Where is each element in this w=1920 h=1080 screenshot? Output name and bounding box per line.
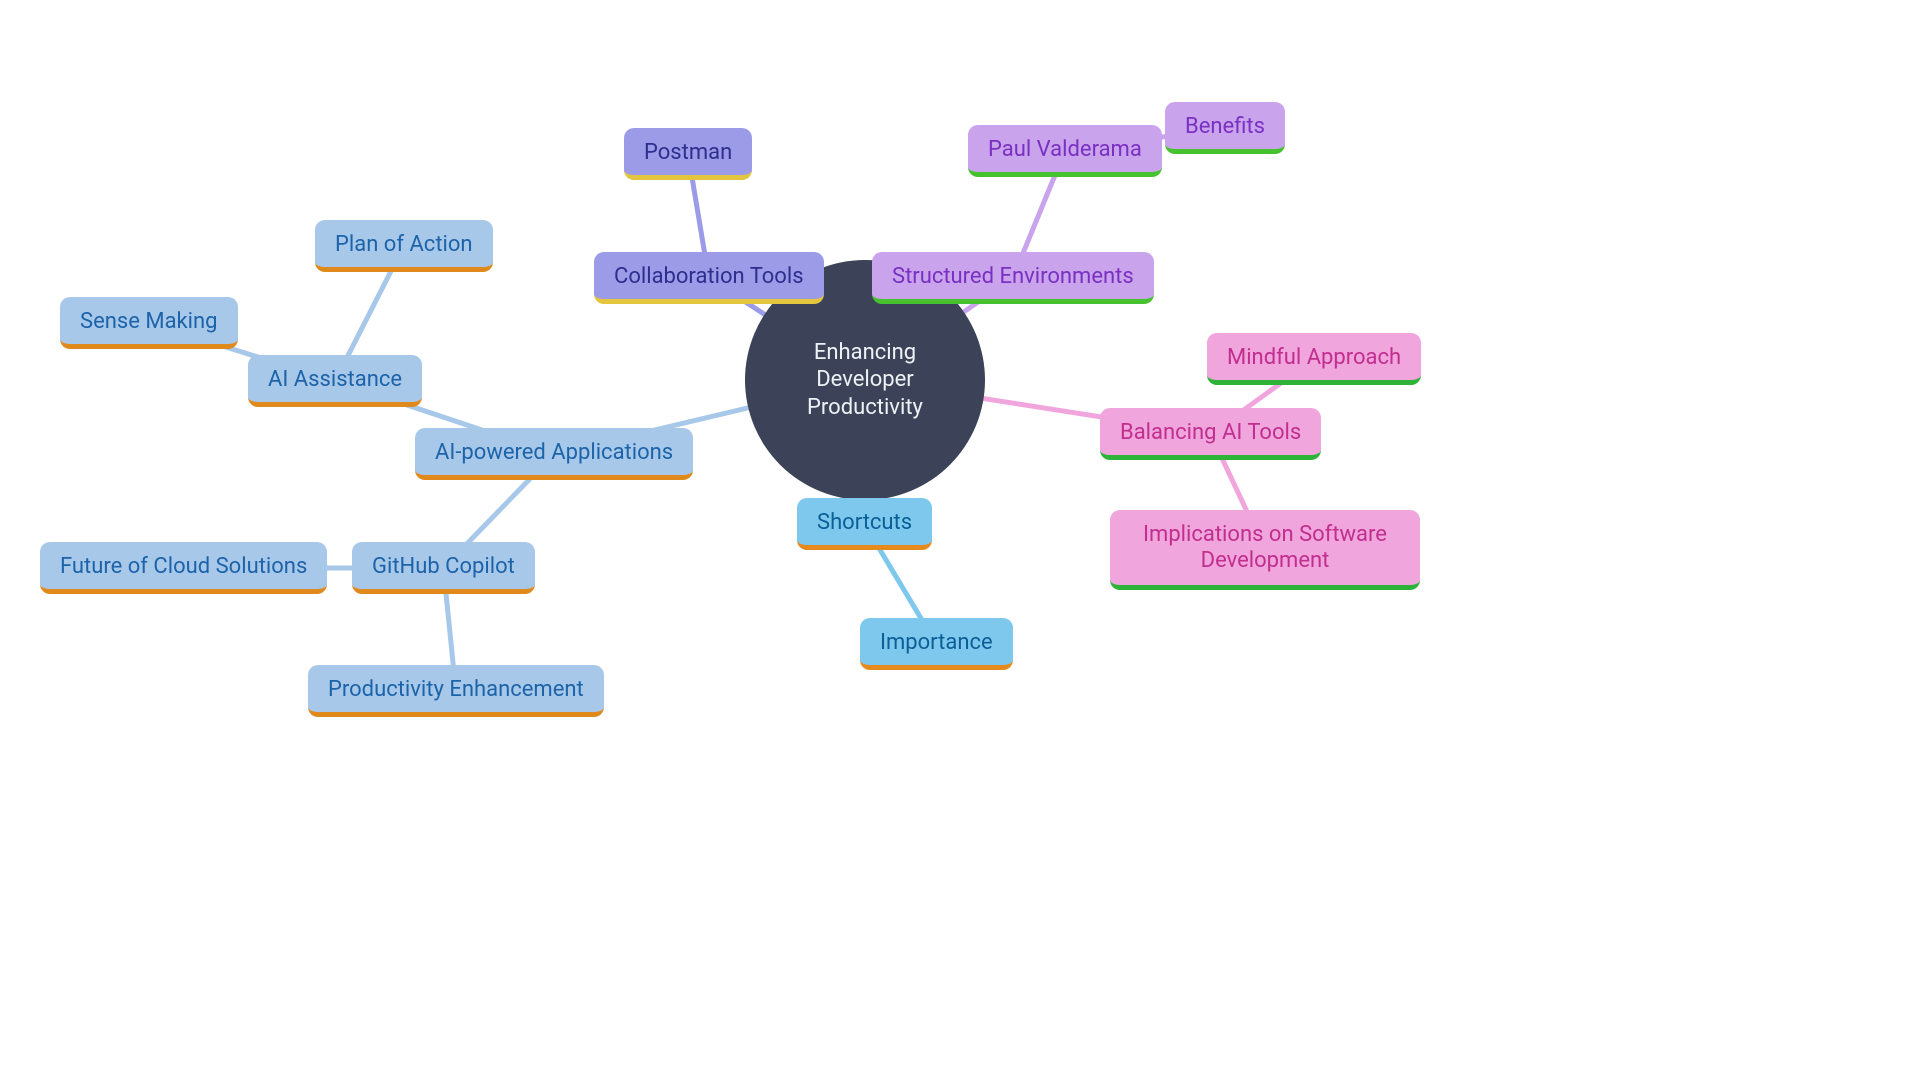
mindmap-canvas: Enhancing Developer Productivity AI-powe… — [0, 0, 1920, 1080]
node-sense-making: Sense Making — [60, 297, 238, 349]
node-plan-of-action: Plan of Action — [315, 220, 493, 272]
node-benefits: Benefits — [1165, 102, 1285, 154]
node-mindful-approach: Mindful Approach — [1207, 333, 1421, 385]
node-future-cloud: Future of Cloud Solutions — [40, 542, 327, 594]
node-collaboration-tools: Collaboration Tools — [594, 252, 824, 304]
node-paul-valderama: Paul Valderama — [968, 125, 1162, 177]
node-ai-powered-applications: AI-powered Applications — [415, 428, 693, 480]
node-shortcuts: Shortcuts — [797, 498, 932, 550]
node-productivity-enhancement: Productivity Enhancement — [308, 665, 604, 717]
node-implications: Implications on Software Development — [1110, 510, 1420, 590]
connection-lines — [0, 0, 1920, 1080]
node-structured-environments: Structured Environments — [872, 252, 1154, 304]
node-ai-assistance: AI Assistance — [248, 355, 422, 407]
node-postman: Postman — [624, 128, 752, 180]
node-github-copilot: GitHub Copilot — [352, 542, 535, 594]
node-balancing-ai-tools: Balancing AI Tools — [1100, 408, 1321, 460]
node-importance: Importance — [860, 618, 1013, 670]
